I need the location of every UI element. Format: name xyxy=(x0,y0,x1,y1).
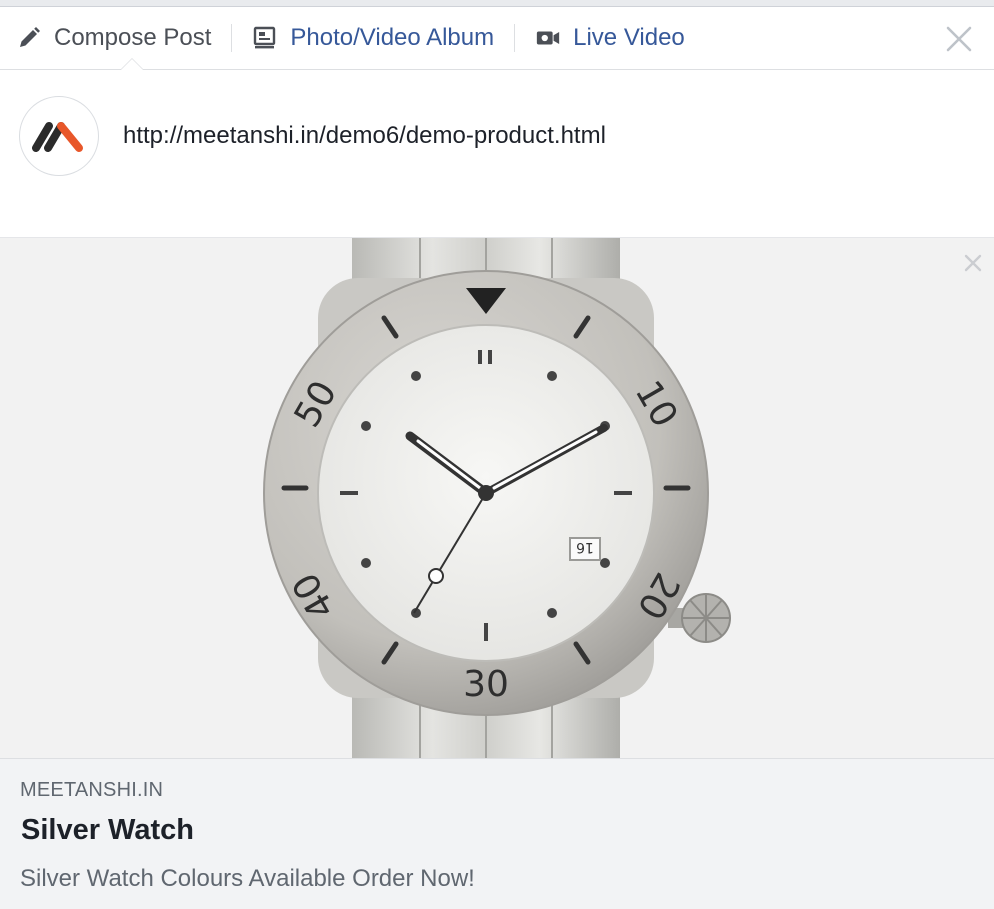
composer-tab-bar: Compose Post Photo/Video Album Live Vide… xyxy=(0,7,994,70)
tab-compose-post[interactable]: Compose Post xyxy=(16,7,211,69)
close-icon xyxy=(946,26,972,52)
link-preview-image[interactable]: 10 20 30 40 50 16 xyxy=(0,238,994,759)
close-composer-button[interactable] xyxy=(944,24,974,54)
tab-separator xyxy=(514,24,516,52)
photo-album-icon xyxy=(252,25,278,51)
pencil-icon xyxy=(16,25,42,51)
remove-preview-button[interactable] xyxy=(962,252,984,274)
link-preview-caption[interactable]: MEETANSHI.IN Silver Watch Silver Watch C… xyxy=(0,759,994,909)
tab-photo-video-album[interactable]: Photo/Video Album xyxy=(252,7,494,69)
window-top-edge xyxy=(0,0,994,7)
tab-photo-video-album-label: Photo/Video Album xyxy=(290,24,495,51)
tab-live-video-label: Live Video xyxy=(573,24,685,51)
video-camera-icon xyxy=(535,25,561,51)
meetanshi-logo-icon xyxy=(32,122,83,152)
bezel-number-30: 30 xyxy=(463,664,509,705)
post-text-input[interactable]: http://meetanshi.in/demo6/demo-product.h… xyxy=(123,122,606,150)
preview-description[interactable]: Silver Watch Colours Available Order Now… xyxy=(20,865,475,893)
watch-image: 10 20 30 40 50 16 xyxy=(263,238,731,758)
tab-compose-post-label: Compose Post xyxy=(54,24,212,51)
date-window-text: 16 xyxy=(576,539,594,555)
tab-separator xyxy=(231,24,233,52)
active-tab-pointer xyxy=(121,59,143,70)
composer-body[interactable]: http://meetanshi.in/demo6/demo-product.h… xyxy=(0,70,994,238)
preview-domain: MEETANSHI.IN xyxy=(20,779,164,801)
preview-title[interactable]: Silver Watch xyxy=(21,814,194,847)
tab-live-video[interactable]: Live Video xyxy=(535,7,685,69)
close-icon xyxy=(964,254,982,272)
page-avatar xyxy=(19,96,99,176)
